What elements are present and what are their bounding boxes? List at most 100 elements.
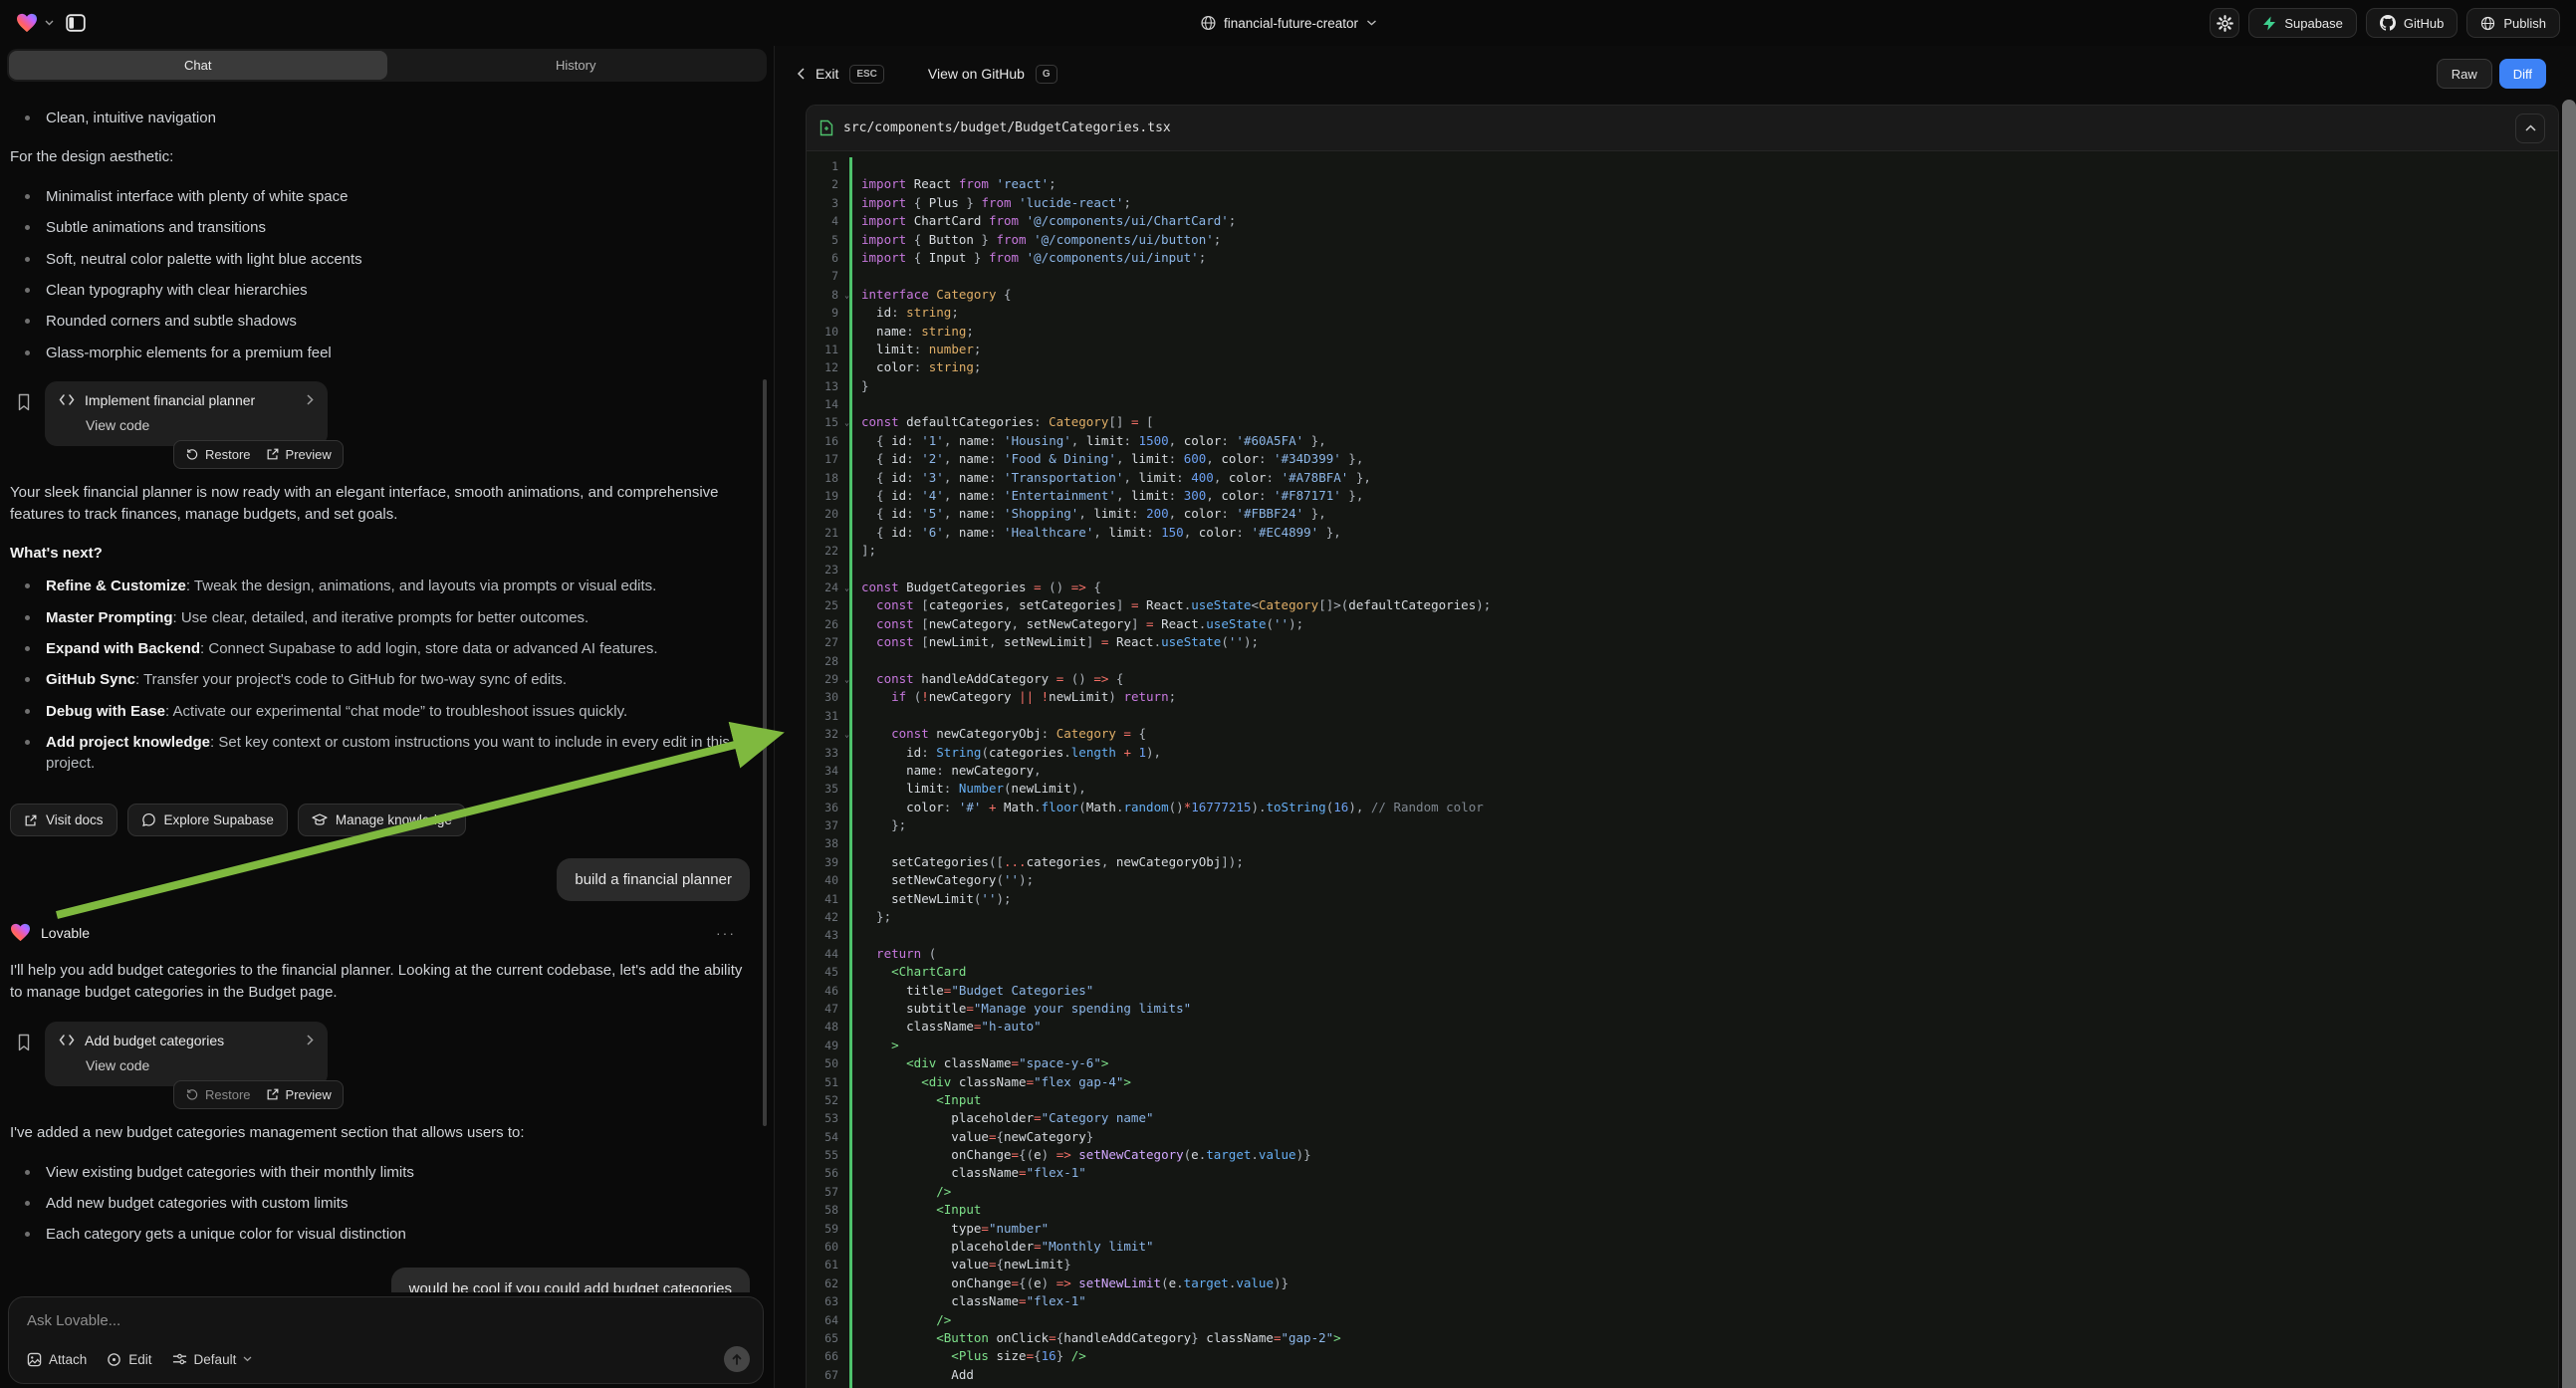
tab-chat[interactable]: Chat — [9, 51, 387, 80]
chat-message-list[interactable]: Clean, intuitive navigationFor the desig… — [0, 90, 762, 1292]
view-code-link[interactable]: View code — [86, 1057, 314, 1073]
restore-button[interactable]: Restore — [185, 447, 251, 462]
version-card[interactable]: Implement financial plannerView codeRest… — [45, 381, 328, 446]
raw-toggle-button[interactable]: Raw — [2437, 59, 2492, 89]
code-line: 68 </Button> — [807, 1384, 2558, 1388]
code-line: 62 onChange={(e) => setNewLimit(e.target… — [807, 1274, 2558, 1292]
file-header[interactable]: src/components/budget/BudgetCategories.t… — [807, 106, 2558, 151]
code-line: 15⌄const defaultCategories: Category[] =… — [807, 413, 2558, 431]
code-line: 31 — [807, 707, 2558, 725]
line-number: 37 — [807, 816, 838, 834]
code-line: 66 <Plus size={16} /> — [807, 1347, 2558, 1365]
code-content[interactable]: 12import React from 'react';3import { Pl… — [807, 152, 2558, 1388]
sidebar-toggle-button[interactable] — [61, 8, 91, 38]
view-on-github-button[interactable]: View on GitHub — [928, 66, 1025, 82]
fold-chevron-icon[interactable]: ⌄ — [844, 579, 849, 597]
restore-button[interactable]: Restore — [185, 1087, 251, 1102]
line-number: 17 — [807, 450, 838, 468]
code-line-text: return ( — [852, 945, 936, 963]
chat-paragraph: I'll help you add budget categories to t… — [10, 960, 750, 1004]
g-key-badge: G — [1036, 65, 1057, 84]
code-line-text: if (!newCategory || !newLimit) return; — [852, 688, 1176, 706]
message-menu-button[interactable]: ··· — [716, 925, 736, 941]
line-number: 67 — [807, 1366, 838, 1384]
code-line: 24⌄const BudgetCategories = () => { — [807, 578, 2558, 596]
chat-scrollbar[interactable] — [763, 379, 767, 1126]
code-line: 52 <Input — [807, 1091, 2558, 1109]
tab-history[interactable]: History — [387, 51, 766, 80]
code-line-text: }; — [852, 816, 906, 834]
external-link-icon — [24, 813, 38, 827]
chip-visit-docs[interactable]: Visit docs — [10, 804, 117, 836]
settings-gear-button[interactable] — [2210, 8, 2239, 38]
line-number: 58 — [807, 1201, 838, 1219]
fold-chevron-icon[interactable]: ⌄ — [844, 671, 849, 689]
list-item: Clean, intuitive navigation — [46, 108, 750, 128]
bookmark-icon[interactable] — [17, 1034, 37, 1051]
send-button[interactable] — [724, 1346, 750, 1372]
version-card-title: Implement financial planner — [85, 392, 255, 408]
code-line-text: const [categories, setCategories] = Reac… — [852, 596, 1491, 614]
edit-button[interactable]: Edit — [107, 1352, 151, 1367]
quick-action-chips: Visit docs Explore Supabase Manage knowled… — [10, 804, 750, 836]
mode-default-dropdown[interactable]: Default — [172, 1352, 253, 1367]
back-chevron-icon[interactable] — [797, 68, 805, 80]
code-line-text: } — [852, 377, 869, 395]
publish-button[interactable]: Publish — [2466, 8, 2560, 38]
code-line-text: <div className="space-y-6"> — [852, 1054, 1108, 1072]
fold-chevron-icon[interactable]: ⌄ — [844, 287, 849, 305]
code-line-text — [852, 652, 861, 670]
code-line: 60 placeholder="Monthly limit" — [807, 1238, 2558, 1256]
code-line-text: placeholder="Monthly limit" — [852, 1238, 1154, 1256]
code-line: 40 setNewCategory(''); — [807, 871, 2558, 889]
composer-input[interactable]: Ask Lovable... — [27, 1312, 745, 1329]
code-line-text — [852, 707, 861, 725]
gear-icon — [2217, 15, 2233, 32]
code-line-text: import React from 'react'; — [852, 175, 1056, 193]
collapse-file-button[interactable] — [2515, 114, 2545, 143]
code-line: 11 limit: number; — [807, 341, 2558, 358]
code-line-text: <Input — [852, 1201, 981, 1219]
line-number: 59 — [807, 1220, 838, 1238]
preview-button[interactable]: Preview — [266, 1087, 332, 1102]
lovable-heart-icon — [10, 923, 31, 942]
fold-chevron-icon[interactable]: ⌄ — [844, 414, 849, 432]
code-line-text: className="flex-1" — [852, 1292, 1086, 1310]
diff-toggle-button[interactable]: Diff — [2499, 59, 2546, 89]
line-number: 23 — [807, 561, 838, 578]
view-code-link[interactable]: View code — [86, 417, 314, 433]
version-card[interactable]: Add budget categoriesView codeRestorePre… — [45, 1022, 328, 1086]
github-button[interactable]: GitHub — [2366, 8, 2458, 38]
line-number: 34 — [807, 762, 838, 780]
exit-button[interactable]: Exit — [816, 66, 838, 82]
code-line-text: color: '#' + Math.floor(Math.random()*16… — [852, 799, 1484, 816]
chevron-right-icon[interactable] — [307, 394, 314, 405]
line-number: 46 — [807, 982, 838, 1000]
code-line: 50 <div className="space-y-6"> — [807, 1054, 2558, 1072]
chip-explore-supabase[interactable]: Explore Supabase — [127, 804, 288, 836]
line-number: 66 — [807, 1347, 838, 1365]
chip-label: Explore Supabase — [164, 812, 274, 827]
lovable-logo-heart-icon[interactable] — [16, 13, 38, 33]
chip-manage-knowledge[interactable]: Manage knowledge — [298, 804, 466, 836]
line-number: 8⌄ — [807, 286, 838, 304]
fold-chevron-icon[interactable]: ⌄ — [844, 726, 849, 744]
project-globe-icon — [1200, 15, 1216, 31]
chat-history-tabs: Chat History — [7, 49, 767, 82]
line-number: 42 — [807, 908, 838, 926]
chevron-right-icon[interactable] — [307, 1035, 314, 1045]
line-number: 31 — [807, 707, 838, 725]
supabase-button[interactable]: Supabase — [2248, 8, 2357, 38]
list-item: Minimalist interface with plenty of whit… — [46, 186, 750, 207]
code-line-text: onChange={(e) => setNewLimit(e.target.va… — [852, 1274, 1288, 1292]
code-icon — [59, 393, 75, 406]
chat-paragraph: I've added a new budget categories manag… — [10, 1122, 750, 1144]
preview-button[interactable]: Preview — [266, 447, 332, 462]
attach-button[interactable]: Attach — [27, 1352, 87, 1367]
project-switcher[interactable]: financial-future-creator — [1200, 15, 1376, 31]
code-line: 17 { id: '2', name: 'Food & Dining', lim… — [807, 450, 2558, 468]
code-line-text: <Button onClick={handleAddCategory} clas… — [852, 1329, 1341, 1347]
logo-chevron-down-icon[interactable] — [45, 20, 54, 26]
window-scrollbar[interactable] — [2562, 100, 2576, 1388]
bookmark-icon[interactable] — [17, 393, 37, 411]
